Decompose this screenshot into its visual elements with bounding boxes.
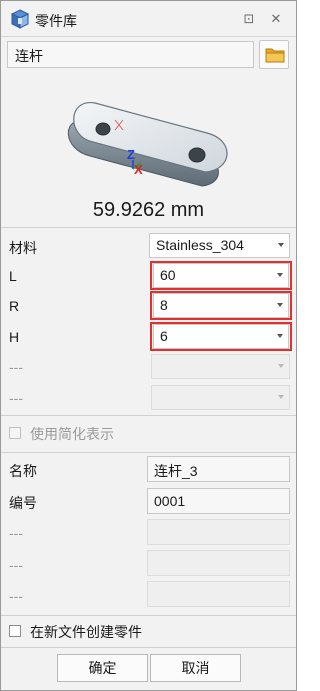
param-r-value: 8	[160, 297, 168, 313]
chevron-down-icon	[277, 303, 283, 307]
svg-text:X: X	[134, 162, 143, 177]
part-library-panel: 零件库 ⊡ ✕ 连杆 Z X 59.9262 mm 材料 Stainless_3…	[0, 0, 297, 691]
window-title: 零件库	[35, 13, 77, 29]
prop-empty-field	[147, 519, 290, 545]
param-empty-select	[151, 385, 290, 410]
folder-icon	[265, 47, 285, 66]
chevron-down-icon	[278, 395, 284, 399]
divider	[1, 615, 296, 616]
close-icon[interactable]: ✕	[267, 10, 285, 28]
param-empty-select	[151, 354, 290, 379]
create-in-new-file-label: 在新文件创建零件	[30, 624, 142, 640]
prop-empty-label: ---	[9, 525, 23, 541]
browse-folder-button[interactable]	[259, 40, 289, 69]
divider	[1, 452, 296, 453]
param-l-value: 60	[160, 267, 176, 283]
prop-empty-field	[147, 581, 290, 607]
chevron-down-icon	[278, 243, 284, 247]
ok-button[interactable]: 确定	[57, 654, 148, 682]
checkbox-box[interactable]	[9, 625, 21, 637]
title-bar: 零件库 ⊡ ✕	[1, 1, 296, 37]
param-empty-label: ---	[9, 359, 23, 375]
svg-text:Z: Z	[127, 147, 135, 162]
prop-empty-label: ---	[9, 588, 23, 604]
checkbox-box	[9, 427, 21, 439]
material-value: Stainless_304	[156, 237, 244, 253]
part-preview: Z X 59.9262 mm	[7, 73, 290, 225]
simplified-representation-label: 使用简化表示	[30, 426, 114, 442]
chevron-down-icon	[277, 334, 283, 338]
prop-empty-field	[147, 550, 290, 576]
name-label: 名称	[9, 463, 37, 479]
param-h-value: 6	[160, 328, 168, 344]
material-select[interactable]: Stainless_304	[149, 233, 290, 258]
part-library-icon	[9, 8, 31, 30]
param-h-label: H	[9, 329, 20, 345]
param-l-select[interactable]: 60	[153, 263, 289, 288]
part-size-label: 59.9262 mm	[92, 199, 205, 221]
chevron-down-icon	[278, 364, 284, 368]
divider	[1, 415, 296, 416]
pin-icon[interactable]: ⊡	[240, 10, 258, 28]
instance-name-field[interactable]: 连杆_3	[147, 456, 290, 482]
connecting-rod-model: Z X	[67, 102, 228, 187]
param-h-select[interactable]: 6	[153, 324, 289, 349]
part-name-field[interactable]: 连杆	[7, 41, 254, 68]
part-number-field[interactable]: 0001	[147, 488, 290, 514]
cancel-button[interactable]: 取消	[150, 654, 241, 682]
material-label: 材料	[9, 240, 37, 256]
divider	[1, 647, 296, 648]
param-r-label: R	[9, 298, 20, 314]
number-label: 编号	[9, 495, 37, 511]
chevron-down-icon	[277, 273, 283, 277]
param-empty-label: ---	[9, 390, 23, 406]
divider	[1, 227, 296, 228]
prop-empty-label: ---	[9, 557, 23, 573]
param-l-label: L	[9, 268, 17, 284]
param-r-select[interactable]: 8	[153, 293, 289, 318]
